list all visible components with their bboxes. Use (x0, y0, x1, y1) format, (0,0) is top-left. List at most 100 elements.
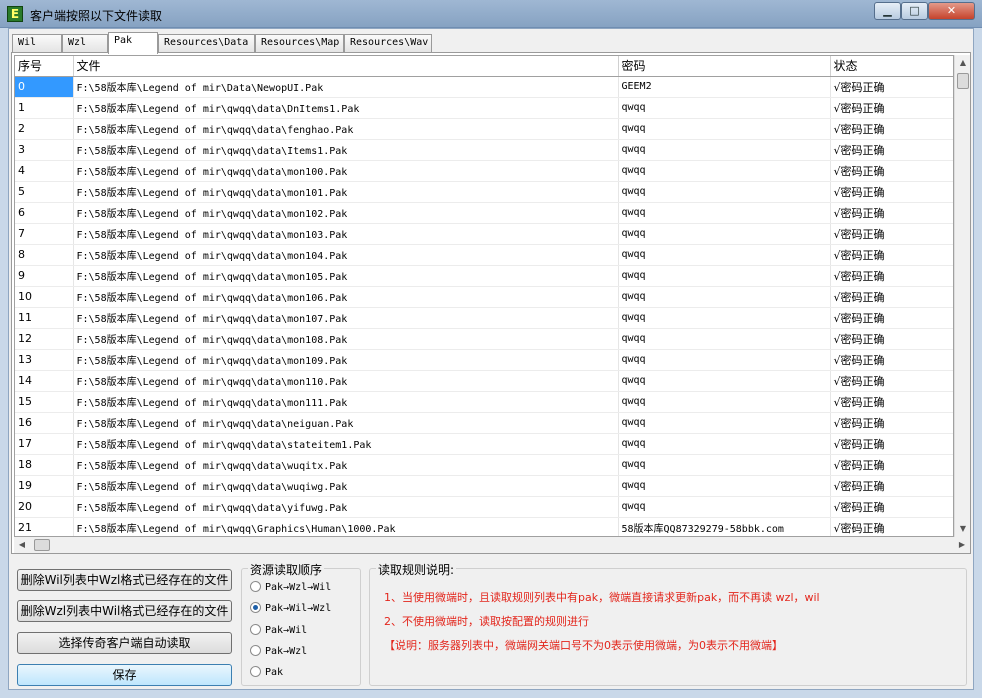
table-row[interactable]: 17 F:\58版本库\Legend of mir\qwqq\data\state… (15, 433, 953, 455)
row-password-cell: qwqq (618, 181, 831, 203)
scroll-down-arrow-icon[interactable]: ▼ (955, 521, 971, 537)
row-index-cell: 13 (15, 349, 74, 371)
horizontal-scroll-thumb[interactable] (34, 539, 50, 551)
vertical-scroll-thumb[interactable] (957, 73, 969, 89)
table-row[interactable]: 21 F:\58版本库\Legend of mir\qwqq\Graphics\H… (15, 517, 953, 536)
row-index-cell: 17 (15, 433, 74, 455)
table-row[interactable]: 19 F:\58版本库\Legend of mir\qwqq\data\wuqiw… (15, 475, 953, 497)
window-title: 客户端按照以下文件读取 (30, 9, 163, 23)
radio-checked-icon (250, 602, 261, 613)
radio-icon (250, 624, 261, 635)
order-option-pak-wil-wzl[interactable]: Pak→Wil→Wzl (250, 602, 331, 614)
table-row[interactable]: 16 F:\58版本库\Legend of mir\qwqq\data\neigu… (15, 412, 953, 434)
row-status-cell: √密码正确 (830, 139, 953, 161)
table-row[interactable]: 10 F:\58版本库\Legend of mir\qwqq\data\mon10… (15, 286, 953, 308)
row-status-cell: √密码正确 (830, 328, 953, 350)
table-row[interactable]: 6 F:\58版本库\Legend of mir\qwqq\data\mon102… (15, 202, 953, 224)
row-status-cell: √密码正确 (830, 223, 953, 245)
row-file-cell: F:\58版本库\Legend of mir\Data\NewopUI.Pak (73, 76, 619, 98)
row-password-cell: qwqq (618, 139, 831, 161)
row-index-cell: 0 (15, 76, 74, 98)
row-password-cell: qwqq (618, 202, 831, 224)
scroll-right-arrow-icon[interactable]: ▶ (954, 537, 970, 553)
radio-icon (250, 666, 261, 677)
row-password-cell: 58版本库QQ87329279-58bbk.com (618, 517, 831, 536)
horizontal-scrollbar[interactable]: ◀ ▶ (14, 537, 970, 553)
table-row[interactable]: 20 F:\58版本库\Legend of mir\qwqq\data\yifuw… (15, 496, 953, 518)
row-index-cell: 10 (15, 286, 74, 308)
row-password-cell: qwqq (618, 349, 831, 371)
tab-pak[interactable]: Pak (108, 32, 158, 54)
row-file-cell: F:\58版本库\Legend of mir\qwqq\data\mon100.… (73, 160, 619, 182)
table-row[interactable]: 13 F:\58版本库\Legend of mir\qwqq\data\mon10… (15, 349, 953, 371)
row-index-cell: 3 (15, 139, 74, 161)
tab-resources-map[interactable]: Resources\Map (255, 34, 344, 53)
row-password-cell: qwqq (618, 412, 831, 434)
row-password-cell: qwqq (618, 244, 831, 266)
scroll-up-arrow-icon[interactable]: ▲ (955, 55, 971, 71)
order-option-pak-wil[interactable]: Pak→Wil (250, 624, 307, 636)
client-area: Wil Wzl Pak Resources\Data Resources\Map… (8, 28, 974, 690)
row-file-cell: F:\58版本库\Legend of mir\qwqq\data\mon107.… (73, 307, 619, 329)
row-index-cell: 20 (15, 496, 74, 518)
row-index-cell: 14 (15, 370, 74, 392)
vertical-scrollbar[interactable]: ▲ ▼ (954, 55, 970, 537)
table-row[interactable]: 9 F:\58版本库\Legend of mir\qwqq\data\mon105… (15, 265, 953, 287)
column-header-file[interactable]: 文件 (73, 56, 619, 77)
save-button[interactable]: 保存 (17, 664, 232, 686)
row-file-cell: F:\58版本库\Legend of mir\qwqq\data\mon105.… (73, 265, 619, 287)
minimize-button[interactable]: ▁ (874, 2, 901, 20)
row-status-cell: √密码正确 (830, 517, 953, 536)
column-header-index[interactable]: 序号 (15, 56, 74, 77)
tab-wzl[interactable]: Wzl (62, 34, 108, 53)
table-row[interactable]: 14 F:\58版本库\Legend of mir\qwqq\data\mon11… (15, 370, 953, 392)
row-status-cell: √密码正确 (830, 286, 953, 308)
row-password-cell: qwqq (618, 160, 831, 182)
row-password-cell: qwqq (618, 496, 831, 518)
row-index-cell: 4 (15, 160, 74, 182)
table-row[interactable]: 8 F:\58版本库\Legend of mir\qwqq\data\mon104… (15, 244, 953, 266)
rule-line-1: 1、当使用微端时，且读取规则列表中有pak，微端直接请求更新pak，而不再读 w… (384, 591, 820, 604)
close-button[interactable]: ✕ (928, 2, 975, 20)
table-row[interactable]: 7 F:\58版本库\Legend of mir\qwqq\data\mon103… (15, 223, 953, 245)
table-row[interactable]: 12 F:\58版本库\Legend of mir\qwqq\data\mon10… (15, 328, 953, 350)
row-status-cell: √密码正确 (830, 265, 953, 287)
maximize-button[interactable]: □ (901, 2, 928, 20)
order-option-pak-wzl[interactable]: Pak→Wzl (250, 645, 307, 657)
order-option-pak-wzl-wil[interactable]: Pak→Wzl→Wil (250, 581, 331, 593)
column-header-password[interactable]: 密码 (618, 56, 831, 77)
table-row[interactable]: 5 F:\58版本库\Legend of mir\qwqq\data\mon101… (15, 181, 953, 203)
rule-line-2: 2、不使用微端时，读取按配置的规则进行 (384, 615, 589, 628)
select-client-button[interactable]: 选择传奇客户端自动读取 (17, 632, 232, 654)
row-file-cell: F:\58版本库\Legend of mir\qwqq\data\stateit… (73, 433, 619, 455)
column-header-status[interactable]: 状态 (830, 56, 953, 77)
table-row[interactable]: 2 F:\58版本库\Legend of mir\qwqq\data\fengha… (15, 118, 953, 140)
table-row[interactable]: 11 F:\58版本库\Legend of mir\qwqq\data\mon10… (15, 307, 953, 329)
row-index-cell: 16 (15, 412, 74, 434)
table-row[interactable]: 4 F:\58版本库\Legend of mir\qwqq\data\mon100… (15, 160, 953, 182)
row-status-cell: √密码正确 (830, 454, 953, 476)
row-file-cell: F:\58版本库\Legend of mir\qwqq\data\mon108.… (73, 328, 619, 350)
row-status-cell: √密码正确 (830, 349, 953, 371)
table-row[interactable]: 1 F:\58版本库\Legend of mir\qwqq\data\DnItem… (15, 97, 953, 119)
row-status-cell: √密码正确 (830, 370, 953, 392)
row-password-cell: qwqq (618, 286, 831, 308)
pak-file-table[interactable]: 序号 文件 密码 状态 0 F:\58版本库\Legend of mir\Data… (14, 55, 954, 537)
tab-resources-wav[interactable]: Resources\Wav (344, 34, 432, 53)
row-password-cell: qwqq (618, 265, 831, 287)
table-row[interactable]: 0 F:\58版本库\Legend of mir\Data\NewopUI.Pak… (15, 76, 953, 98)
row-status-cell: √密码正确 (830, 391, 953, 413)
row-file-cell: F:\58版本库\Legend of mir\qwqq\data\Items1.… (73, 139, 619, 161)
order-option-pak[interactable]: Pak (250, 666, 283, 678)
delete-wil-duplicates-button[interactable]: 删除Wil列表中Wzl格式已经存在的文件 (17, 569, 232, 591)
row-index-cell: 12 (15, 328, 74, 350)
table-row[interactable]: 3 F:\58版本库\Legend of mir\qwqq\data\Items1… (15, 139, 953, 161)
row-file-cell: F:\58版本库\Legend of mir\qwqq\data\mon102.… (73, 202, 619, 224)
scroll-left-arrow-icon[interactable]: ◀ (14, 537, 30, 553)
row-file-cell: F:\58版本库\Legend of mir\qwqq\data\wuqitx.… (73, 454, 619, 476)
table-row[interactable]: 18 F:\58版本库\Legend of mir\qwqq\data\wuqit… (15, 454, 953, 476)
table-row[interactable]: 15 F:\58版本库\Legend of mir\qwqq\data\mon11… (15, 391, 953, 413)
tab-resources-data[interactable]: Resources\Data (158, 34, 255, 53)
delete-wzl-duplicates-button[interactable]: 删除Wzl列表中Wil格式已经存在的文件 (17, 600, 232, 622)
tab-wil[interactable]: Wil (12, 34, 62, 53)
